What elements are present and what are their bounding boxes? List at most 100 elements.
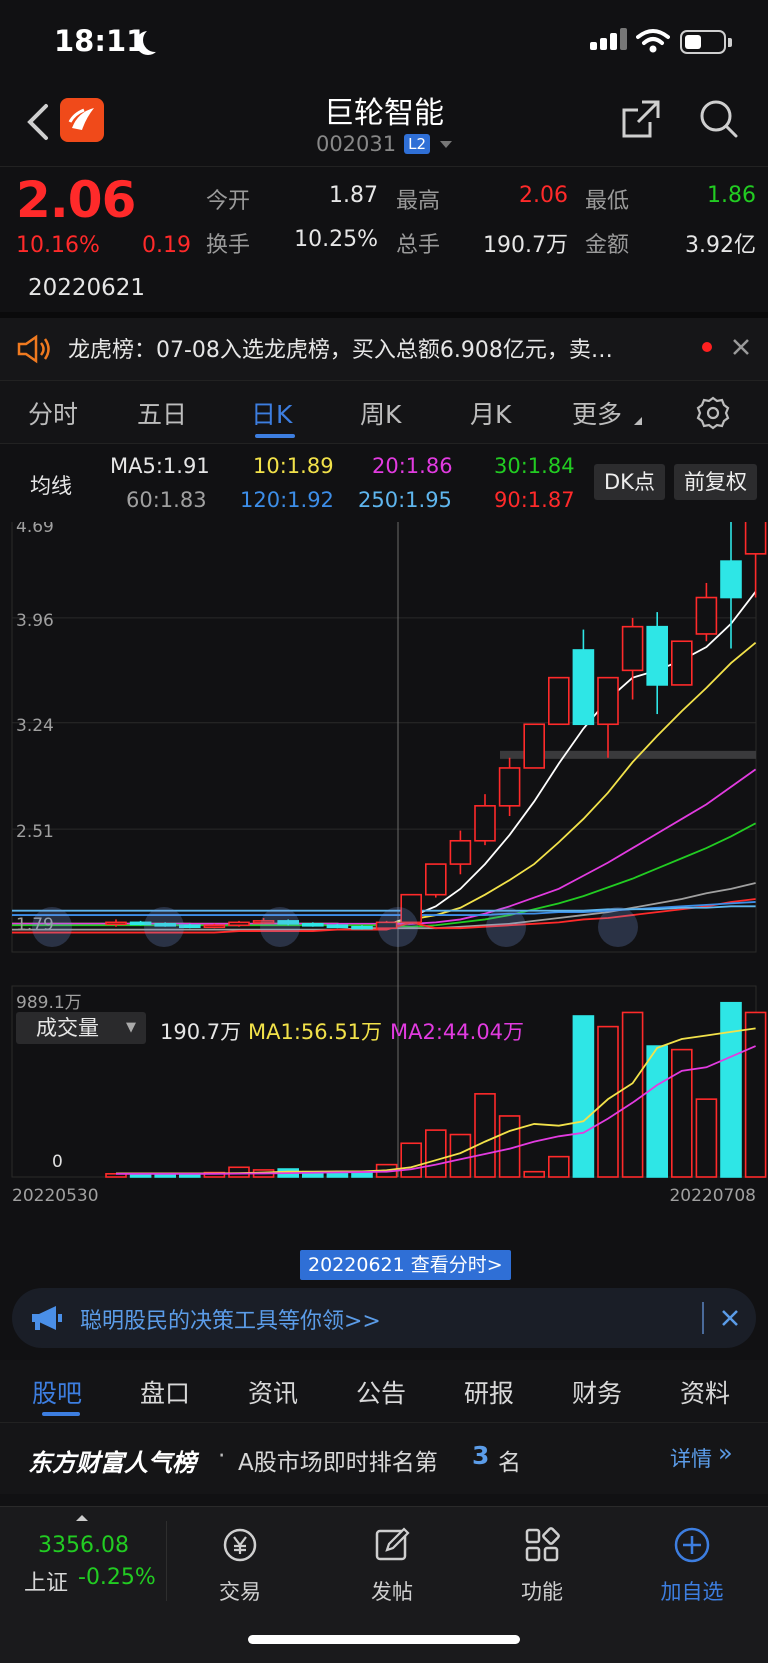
rank-separator: · <box>218 1443 226 1469</box>
promo-banner[interactable]: 聪明股民的决策工具等你领>> <box>12 1288 756 1348</box>
candle-body <box>326 924 349 929</box>
speaker-icon <box>17 334 50 364</box>
candle-body <box>744 510 767 555</box>
tab-news[interactable]: 资讯 <box>248 1374 298 1410</box>
price-tick-label: 3.24 <box>16 716 54 736</box>
low-value: 1.86 <box>707 183 756 208</box>
signal-icon <box>620 28 627 50</box>
nav-add-watchlist[interactable]: 加自选 <box>632 1525 752 1606</box>
ma20-line <box>12 768 757 925</box>
volume-last: 190.7万 <box>160 1020 242 1044</box>
fullscreen-icon <box>598 907 638 947</box>
home-indicator <box>248 1635 520 1644</box>
tab-announcements[interactable]: 公告 <box>356 1374 406 1410</box>
volume-zero-label: 0 <box>52 1152 63 1172</box>
popularity-rank[interactable]: 东方财富人气榜 · A股市场即时排名第 3 名 详情 » <box>0 1422 768 1494</box>
close-icon[interactable] <box>720 1308 740 1328</box>
volume-bar <box>572 1015 595 1178</box>
trade-icon <box>223 1528 257 1562</box>
kline-chart[interactable]: 4.693.963.242.511.79989.1万02022053020220… <box>0 491 768 1274</box>
zoom-out-icon <box>144 907 184 947</box>
rank-text: A股市场即时排名第 <box>238 1450 438 1476</box>
volume-bar <box>424 1129 447 1178</box>
nav-add-watchlist-label: 加自选 <box>660 1580 724 1604</box>
ma20-value: 20:1.86 <box>372 454 453 478</box>
info-tabs: 股吧 盘口 资讯 公告 研报 财务 资料 <box>0 1360 768 1422</box>
nav-trade[interactable]: 交易 <box>180 1525 300 1606</box>
ma250-line <box>12 905 756 912</box>
active-tab-indicator <box>42 1412 80 1416</box>
megaphone-icon <box>32 1306 62 1330</box>
volume-bar <box>547 1155 570 1178</box>
turnover-label: 换手 <box>206 233 251 258</box>
compose-icon <box>375 1527 410 1561</box>
tab-intraday[interactable]: 分时 <box>28 395 78 431</box>
tab-monthly-k[interactable]: 月K <box>470 395 511 431</box>
nav-functions[interactable]: 功能 <box>482 1525 602 1606</box>
x-end-label: 20220708 <box>669 1186 756 1206</box>
tab-forum[interactable]: 股吧 <box>32 1374 82 1410</box>
volume-bar <box>597 1025 619 1178</box>
nav-compose[interactable]: 发帖 <box>332 1525 452 1606</box>
tab-daily-k[interactable]: 日K <box>251 395 292 431</box>
tab-profile[interactable]: 资料 <box>680 1374 730 1410</box>
battery-icon <box>680 30 726 54</box>
candle-body <box>720 560 742 599</box>
promo-text: 聪明股民的决策工具等你领>> <box>80 1309 381 1334</box>
tab-finance[interactable]: 财务 <box>572 1374 622 1410</box>
rank-detail-link[interactable]: 详情 <box>670 1443 712 1473</box>
index-ticker[interactable]: 3356.08 上证 -0.25% <box>0 1507 166 1607</box>
ma10-value: 10:1.89 <box>253 454 334 478</box>
view-intraday-button[interactable]: 20220621 查看分时> <box>300 1250 511 1280</box>
search-icon[interactable] <box>698 98 740 140</box>
tab-weekly-k[interactable]: 周K <box>360 395 401 431</box>
candle-body <box>351 925 373 930</box>
stock-code: 002031 <box>315 132 397 156</box>
candle-body <box>474 805 496 842</box>
candle-body <box>424 863 447 896</box>
signal-icon <box>600 38 607 50</box>
rank-suffix: 名 <box>498 1450 521 1476</box>
ma120-value: 120:1.92 <box>240 488 334 512</box>
ma60-value: 60:1.83 <box>126 488 207 512</box>
volume-bar <box>400 1142 423 1178</box>
right-icon <box>486 907 526 947</box>
kline-chart-svg[interactable]: 4.693.963.242.511.79989.1万02022053020220… <box>0 491 768 1274</box>
price-tick-label: 4.69 <box>16 522 54 537</box>
close-icon[interactable] <box>730 336 752 358</box>
indicator-selector[interactable]: 成交量 ▼ <box>16 1012 146 1044</box>
low-label: 最低 <box>585 189 630 214</box>
share-icon[interactable] <box>620 98 662 140</box>
open-value: 1.87 <box>329 183 378 208</box>
status-bar: 18:11 <box>0 0 768 84</box>
volume-bar <box>523 1170 546 1178</box>
tab-order-book[interactable]: 盘口 <box>140 1374 190 1410</box>
double-chevron-right-icon: » <box>718 1439 733 1467</box>
dk-point-button[interactable]: DK点 <box>594 464 665 500</box>
ma250-value: 250:1.95 <box>358 488 452 512</box>
candle-body <box>547 676 570 726</box>
more-caret-icon <box>634 417 642 425</box>
volume-bar <box>474 1093 496 1178</box>
candle-body <box>597 676 619 726</box>
dragon-tiger-notice[interactable]: 龙虎榜：07-08入选龙虎榜，买入总额6.908亿元，卖… <box>0 312 768 380</box>
moving-average-legend[interactable]: 均线 MA5:1.91 10:1.89 20:1.86 30:1.84 60:1… <box>0 444 768 522</box>
volume-ma1: MA1:56.51万 <box>248 1020 383 1044</box>
index-name: 上证 <box>24 1571 69 1596</box>
volume-ma2: MA2:44.04万 <box>390 1020 525 1044</box>
amount-value: 3.92亿 <box>685 233 756 258</box>
volume-value: 190.7万 <box>483 233 568 258</box>
caret-down-icon: ▼ <box>126 1020 136 1035</box>
tab-more[interactable]: 更多 <box>572 395 622 431</box>
price-adjust-button[interactable]: 前复权 <box>674 464 757 500</box>
last-price: 2.06 <box>16 171 136 229</box>
tab-research[interactable]: 研报 <box>464 1374 514 1410</box>
volume-bar <box>621 1011 644 1178</box>
change-percent: 10.16% <box>16 233 100 258</box>
candle-body <box>670 640 693 686</box>
volume-max-label: 989.1万 <box>16 993 82 1013</box>
gear-icon[interactable] <box>696 396 730 430</box>
tab-five-day[interactable]: 五日 <box>137 395 187 431</box>
wifi-icon <box>636 29 670 53</box>
nav-trade-label: 交易 <box>219 1580 261 1604</box>
